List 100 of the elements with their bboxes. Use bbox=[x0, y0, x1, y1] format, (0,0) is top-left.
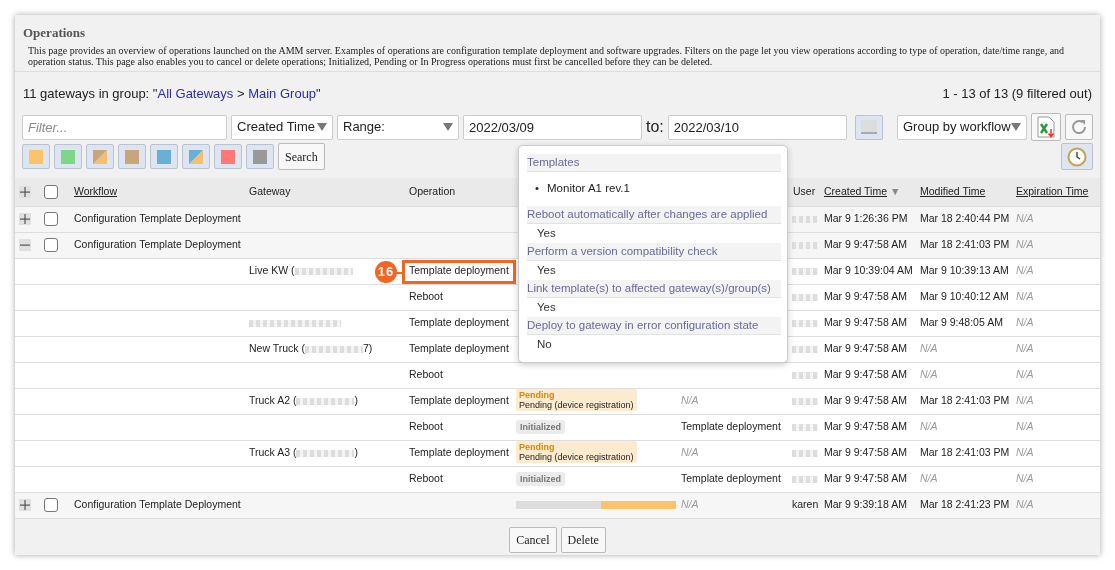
option-value: No bbox=[536, 337, 553, 352]
option-value: Yes bbox=[536, 263, 557, 278]
range-select[interactable]: Range: bbox=[337, 114, 459, 140]
table-cell: N/A bbox=[1016, 368, 1034, 381]
column-header-link[interactable]: Created Time bbox=[824, 184, 888, 197]
status-filter-button[interactable] bbox=[246, 144, 274, 169]
select-all-checkbox[interactable] bbox=[44, 185, 58, 200]
group-label: 11 gateways in group: " bbox=[23, 85, 158, 101]
calendar-icon bbox=[860, 120, 877, 134]
table-cell: Mar 18 2:41:03 PM bbox=[920, 394, 1010, 407]
table-cell: N/A bbox=[1016, 264, 1034, 277]
collapse-icon[interactable] bbox=[19, 239, 31, 251]
table-cell: Mar 9 9:47:58 AM bbox=[824, 446, 907, 459]
status-badge: Pending Pending (device registration) bbox=[516, 441, 637, 464]
table-cell: Reboot bbox=[409, 368, 443, 381]
expand-icon[interactable] bbox=[19, 185, 31, 198]
status-filter-button[interactable] bbox=[118, 144, 146, 169]
page-description: This page provides an overview of operations launched on the AMM server. Examples of operations are configuration template deployment and software upgrades. Filters on the page let you view operations according to type of operation, date/time range, and operation status. This page also enables you to cancel or delete operations; Initialized, Pending or In Progress operations must first be cancelled before they can be deleted. bbox=[15, 44, 1100, 72]
table-cell: N/A bbox=[1016, 290, 1034, 303]
table-cell: N/A bbox=[920, 342, 938, 355]
status-filter-button[interactable] bbox=[86, 144, 114, 169]
table-cell: Configuration Template Deployment bbox=[74, 238, 241, 251]
table-cell: Reboot bbox=[409, 420, 443, 433]
option-value: Yes bbox=[536, 300, 557, 315]
schedule-button[interactable] bbox=[1061, 143, 1093, 170]
clock-icon bbox=[1067, 146, 1087, 167]
pagination-summary: 1 - 13 of 13 (9 filtered out) bbox=[942, 84, 1092, 103]
column-header-link[interactable]: Workflow bbox=[74, 184, 117, 197]
date-field[interactable]: 2022/03/10 bbox=[667, 114, 847, 140]
filter-field[interactable]: Filter... bbox=[22, 114, 227, 140]
table-cell: N/A bbox=[681, 498, 699, 511]
table-cell: Template deployment bbox=[681, 472, 781, 485]
template-item: Monitor A1 rev.1 bbox=[547, 181, 630, 196]
table-cell: Mar 9 9:47:58 AM bbox=[824, 316, 907, 329]
table-cell: N/A bbox=[1016, 394, 1034, 407]
table-cell: N/A bbox=[1016, 238, 1034, 251]
export-button[interactable] bbox=[1031, 113, 1061, 141]
table-cell: N/A bbox=[1016, 342, 1034, 355]
time-field-select[interactable]: Created Time bbox=[231, 114, 333, 140]
row-checkbox[interactable] bbox=[44, 498, 58, 513]
expand-icon[interactable] bbox=[19, 499, 31, 511]
gateway-name: Truck A3 ( bbox=[249, 446, 297, 459]
expand-icon[interactable] bbox=[19, 213, 31, 225]
status-badge: Initialized bbox=[516, 420, 565, 435]
table-cell: N/A bbox=[1016, 316, 1034, 329]
page-title: Operations bbox=[22, 24, 87, 42]
table-cell: Mar 9 9:47:58 AM bbox=[824, 342, 907, 355]
status-badge: Initialized bbox=[516, 472, 565, 487]
table-cell: Template deployment bbox=[409, 394, 509, 407]
table-cell: Mar 9 9:47:58 AM bbox=[824, 238, 907, 251]
breadcrumb-separator: > bbox=[235, 85, 246, 101]
row-checkbox[interactable] bbox=[44, 238, 58, 253]
group-by-select[interactable]: Group by workflow bbox=[897, 114, 1027, 140]
table-cell: N/A bbox=[1016, 212, 1034, 225]
status-filter-button[interactable] bbox=[150, 144, 178, 169]
table-cell: Mar 9 9:47:58 AM bbox=[824, 368, 907, 381]
refresh-button[interactable] bbox=[1065, 114, 1093, 140]
caret-icon bbox=[1011, 123, 1021, 131]
status-filter-button[interactable] bbox=[214, 144, 242, 169]
table-cell: N/A bbox=[1016, 498, 1034, 511]
gateway-name-end: 7) bbox=[363, 342, 373, 355]
search-button[interactable]: Search bbox=[278, 143, 325, 170]
table-cell: Mar 9 9:47:58 AM bbox=[824, 472, 907, 485]
action-button[interactable]: Delete bbox=[560, 526, 606, 553]
caret-icon bbox=[317, 123, 327, 131]
table-cell: Mar 18 2:41:03 PM bbox=[920, 446, 1010, 459]
calendar-button[interactable] bbox=[854, 114, 883, 140]
table-cell: Mar 9 1:26:36 PM bbox=[824, 212, 908, 225]
column-header: Gateway bbox=[249, 184, 291, 197]
table-cell: Template deployment bbox=[409, 316, 509, 329]
table-cell: Reboot bbox=[409, 290, 443, 303]
table-cell: Configuration Template Deployment bbox=[74, 212, 241, 225]
table-cell: Mar 18 2:41:03 PM bbox=[920, 238, 1010, 251]
breadcrumb-link[interactable]: Main Group bbox=[248, 85, 317, 101]
breadcrumb-link[interactable]: All Gateways bbox=[157, 85, 234, 101]
status-filter-button[interactable] bbox=[22, 144, 50, 169]
table-cell: Mar 9 9:47:58 AM bbox=[824, 420, 907, 433]
popover-section-title: Templates bbox=[527, 154, 781, 172]
gateway-name: Truck A2 ( bbox=[249, 394, 297, 407]
table-cell: N/A bbox=[920, 420, 938, 433]
table-cell: Mar 9 10:39:04 AM bbox=[824, 264, 913, 277]
table-cell: N/A bbox=[681, 394, 699, 407]
table-cell: Configuration Template Deployment bbox=[74, 498, 241, 511]
gateway-name-end: ) bbox=[354, 394, 358, 407]
table-cell: N/A bbox=[1016, 420, 1034, 433]
status-filter-button[interactable] bbox=[54, 144, 82, 169]
row-checkbox[interactable] bbox=[44, 212, 58, 227]
table-cell: Mar 9 9:47:58 AM bbox=[824, 290, 907, 303]
spreadsheet-export-icon bbox=[1036, 116, 1056, 138]
gateway-name: New Truck ( bbox=[249, 342, 305, 355]
option-label: Perform a version compatibility check bbox=[527, 243, 781, 261]
action-button[interactable]: Cancel bbox=[509, 526, 557, 553]
table-cell: Mar 9 10:39:13 AM bbox=[920, 264, 1009, 277]
table-cell: karen bbox=[792, 498, 819, 511]
table-cell: Template deployment bbox=[409, 446, 509, 459]
option-value: Yes bbox=[536, 226, 557, 241]
table-cell: Reboot bbox=[409, 472, 443, 485]
status-filter-button[interactable] bbox=[182, 144, 210, 169]
date-field[interactable]: 2022/03/09 bbox=[463, 114, 642, 140]
column-header: Operation bbox=[409, 184, 456, 197]
